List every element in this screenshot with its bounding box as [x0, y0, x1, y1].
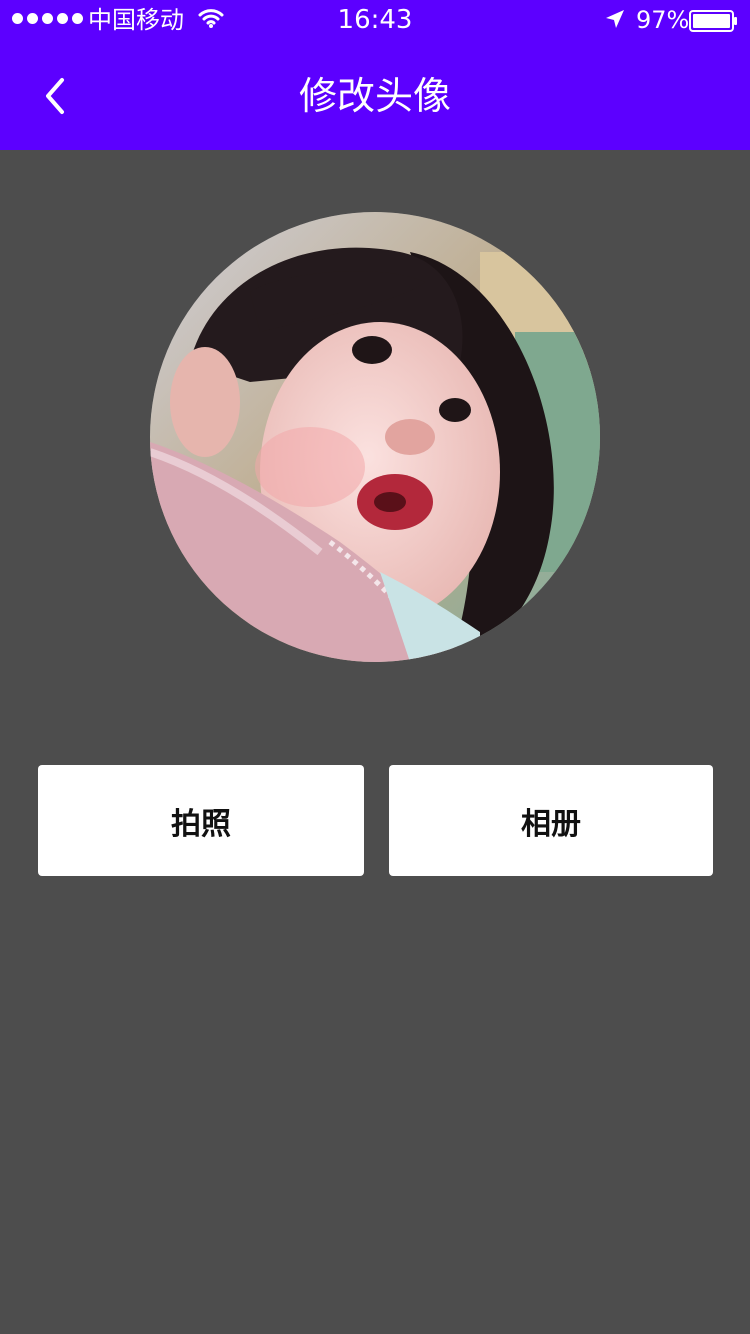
battery-percentage: 97%: [636, 6, 690, 34]
camera-button[interactable]: 拍照: [38, 765, 364, 876]
status-bar: 中国移动 16:43 97%: [0, 0, 750, 40]
battery-icon: [689, 10, 739, 36]
top-bar: 中国移动 16:43 97% 修改头像: [0, 0, 750, 150]
page-title: 修改头像: [298, 74, 451, 118]
avatar-image: [150, 212, 600, 662]
album-button[interactable]: 相册: [389, 765, 713, 876]
location-arrow-icon: [604, 8, 626, 34]
